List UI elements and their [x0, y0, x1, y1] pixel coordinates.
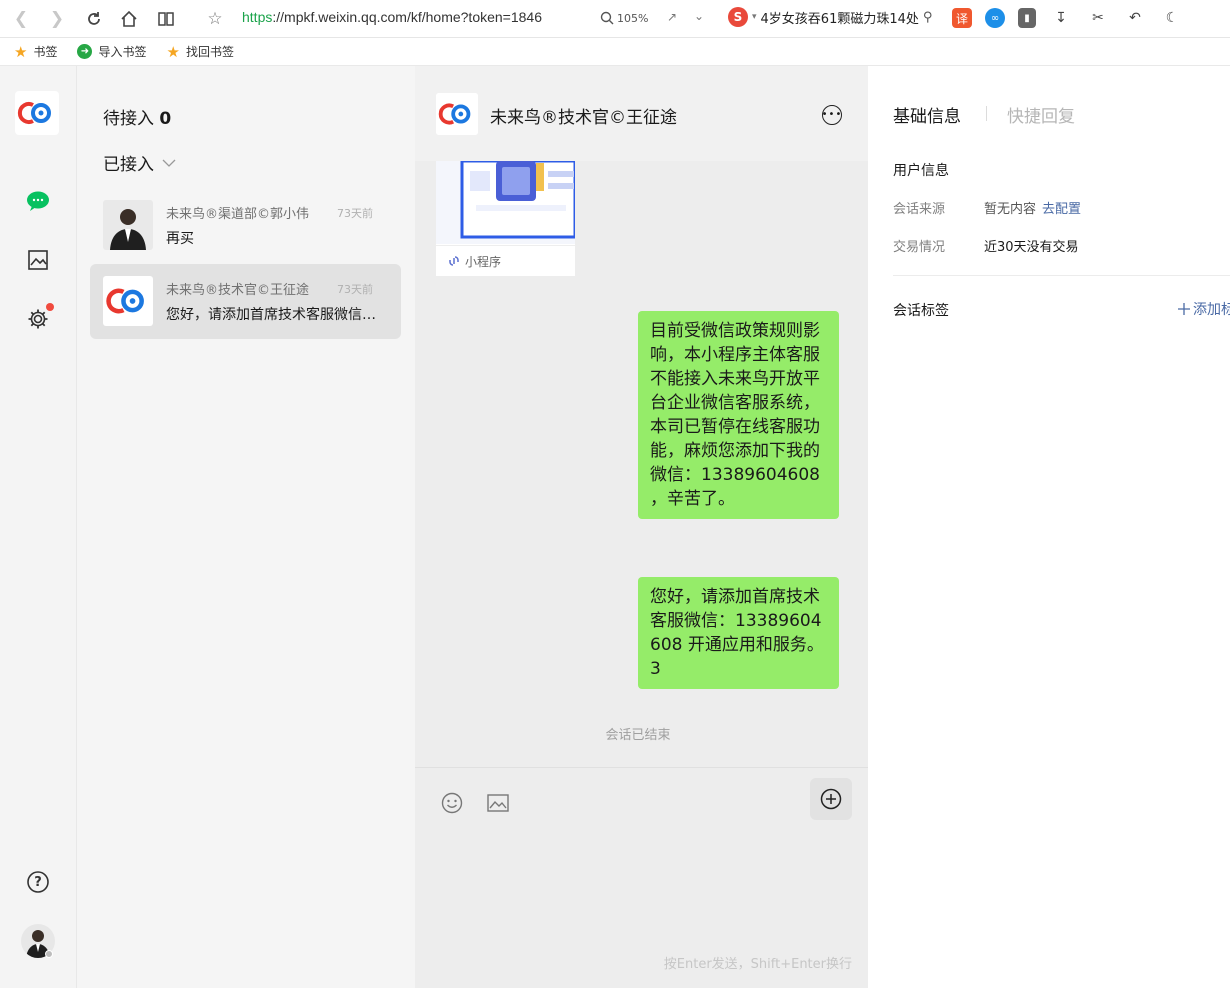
plus-circle-icon: [820, 788, 842, 810]
tags-title: 会话标签: [893, 303, 949, 319]
conversation-preview: 您好，请添加首席技术客服微信：13389604608 开通应用和服务。3: [166, 307, 380, 323]
chat-header: 未来鸟®技术官©王征途 •••: [415, 66, 868, 161]
sidebar-rail: ?: [0, 66, 77, 988]
input-hint: 按Enter发送，Shift+Enter换行: [663, 957, 852, 972]
chat-icon[interactable]: [24, 187, 52, 215]
tab-basic-info[interactable]: 基础信息: [893, 102, 961, 127]
zoom-icon: [600, 11, 614, 25]
conversation-name: 未来鸟®技术官©王征途: [166, 283, 310, 298]
contact-avatar[interactable]: [436, 93, 478, 135]
mini-program-card[interactable]: 小程序: [436, 161, 575, 276]
share-icon[interactable]: ↗: [667, 10, 677, 24]
add-tag-button[interactable]: 添加标: [1178, 299, 1230, 319]
conversation-list-pane: 待接入 0 已接入 未来鸟®渠道部©郭小伟 73天前 再买 未来鸟®技术官©王征…: [77, 66, 415, 988]
conversation-time: 73天前: [337, 207, 373, 220]
emoji-icon[interactable]: [439, 790, 465, 816]
shield-icon[interactable]: ▮: [1018, 8, 1036, 28]
configure-link[interactable]: 去配置: [1042, 202, 1081, 217]
plus-icon: [1178, 303, 1190, 315]
source-value: 暂无内容 去配置: [984, 202, 1082, 217]
extension-icon[interactable]: ∞: [985, 8, 1005, 28]
user-info-title: 用户信息: [893, 163, 949, 179]
logo-icon[interactable]: [15, 91, 59, 135]
link-icon: [449, 256, 459, 266]
message-composer: 按Enter发送，Shift+Enter换行: [415, 767, 868, 988]
favorite-star-icon[interactable]: ☆: [202, 6, 228, 32]
reload-icon[interactable]: [81, 6, 107, 32]
back-icon[interactable]: ❮: [8, 6, 34, 32]
pending-header[interactable]: 待接入 0: [103, 104, 171, 129]
message-bubble-outgoing: 您好，请添加首席技术客服微信：13389604608 开通应用和服务。3: [638, 577, 839, 689]
help-label: ?: [34, 874, 42, 890]
conversation-preview: 再买: [166, 231, 194, 247]
avatar: [103, 276, 153, 326]
translate-icon[interactable]: 译: [952, 8, 972, 28]
chat-title: 未来鸟®技术官©王征途: [490, 108, 677, 128]
chevron-down-icon: [162, 159, 176, 167]
forward-icon[interactable]: ❯: [44, 6, 70, 32]
add-button[interactable]: [810, 778, 852, 820]
conversation-item[interactable]: 未来鸟®渠道部©郭小伟 73天前 再买: [90, 188, 401, 263]
bookmark-item-bookmarks[interactable]: ★ 书签: [14, 43, 57, 61]
star-icon: ★: [14, 42, 28, 61]
address-bar[interactable]: https://mpkf.weixin.qq.com/kf/home?token…: [242, 9, 542, 25]
source-label: 会话来源: [893, 202, 946, 217]
status-dot: [45, 950, 53, 958]
message-bubble-outgoing: 目前受微信政策规则影响，本小程序主体客服不能接入未来鸟开放平台企业微信客服系统，…: [638, 311, 839, 519]
search-icon[interactable]: ⚲: [923, 10, 933, 25]
conversation-name: 未来鸟®渠道部©郭小伟: [166, 207, 310, 222]
tab-quick-reply[interactable]: 快捷回复: [1007, 102, 1075, 127]
zoom-indicator[interactable]: 105%: [600, 11, 648, 25]
home-icon[interactable]: [116, 6, 142, 32]
bookmark-item-recover[interactable]: ★ 找回书签: [166, 43, 233, 61]
search-engine-icon[interactable]: S: [728, 7, 748, 27]
chat-pane: 未来鸟®技术官©王征途 ••• 小程序 目前受微信政策规则影响，本小程序主体客服…: [415, 66, 868, 988]
session-ended-notice: 会话已结束: [605, 728, 671, 743]
conversation-time: 73天前: [337, 283, 373, 296]
mini-program-footer: 小程序: [436, 245, 575, 276]
chevron-down-icon[interactable]: ⌄: [694, 9, 704, 23]
notification-dot: [46, 303, 54, 311]
image-icon[interactable]: [485, 790, 511, 816]
mini-program-thumbnail: [436, 161, 575, 244]
reader-icon[interactable]: [153, 6, 179, 32]
download-icon[interactable]: ↧: [1049, 6, 1073, 30]
info-pane: 基础信息 快捷回复 用户信息 会话来源 暂无内容 去配置 交易情况 近30天没有交…: [868, 66, 1230, 988]
star-icon: ★: [166, 42, 180, 61]
night-mode-icon[interactable]: ☾: [1160, 6, 1184, 30]
bookmark-item-import[interactable]: ➜ 导入书签: [77, 43, 146, 60]
gallery-icon[interactable]: [24, 246, 52, 274]
tab-divider: [986, 106, 987, 121]
more-options-icon[interactable]: •••: [822, 105, 842, 125]
import-icon: ➜: [77, 44, 93, 59]
conversation-item-active[interactable]: 未来鸟®技术官©王征途 73天前 您好，请添加首席技术客服微信：13389604…: [90, 264, 401, 339]
undo-icon[interactable]: ↶: [1123, 6, 1147, 30]
accepted-header[interactable]: 已接入: [103, 150, 176, 175]
search-input[interactable]: 4岁女孩吞61颗磁力珠14处: [761, 8, 919, 27]
search-box[interactable]: S ▾ 4岁女孩吞61颗磁力珠14处 ⚲: [728, 7, 932, 27]
trade-label: 交易情况: [893, 240, 946, 255]
browser-toolbar: ❮ ❯ ☆ https://mpkf.weixin.qq.com/kf/home…: [0, 0, 1230, 38]
help-icon[interactable]: ?: [24, 868, 52, 896]
engine-dropdown-icon[interactable]: ▾: [752, 12, 757, 22]
bookmarks-bar: ★ 书签 ➜ 导入书签 ★ 找回书签: [0, 38, 1230, 66]
app-root: ? 待接入 0 已接入 未来鸟®渠道部©郭小伟 73天前 再买 未来鸟®技术官©…: [0, 66, 1230, 988]
scissors-icon[interactable]: ✂: [1086, 6, 1110, 30]
avatar: [103, 200, 153, 250]
trade-value: 近30天没有交易: [984, 240, 1079, 255]
section-divider: [893, 275, 1230, 276]
